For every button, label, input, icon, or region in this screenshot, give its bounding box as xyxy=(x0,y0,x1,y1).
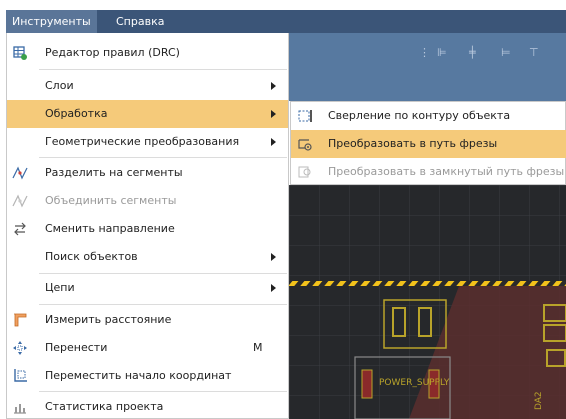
shortcut-label: M xyxy=(253,341,263,354)
menu-item-project-statistics[interactable]: Статистика проекта xyxy=(7,393,288,419)
measure-distance-icon xyxy=(12,312,28,328)
menu-item-split-segments[interactable]: Разделить на сегменты xyxy=(7,159,288,187)
menu-tools[interactable]: Инструменты xyxy=(6,10,97,33)
menu-item-processing[interactable]: Обработка xyxy=(7,100,288,128)
designator-label: DA2 xyxy=(534,391,544,410)
split-segments-icon xyxy=(12,165,28,181)
menu-item-geometric-transforms[interactable]: Геометрические преобразования xyxy=(7,128,288,156)
menu-item-move[interactable]: Перенести M xyxy=(7,334,288,362)
menu-bar: Инструменты Справка xyxy=(0,0,566,34)
align-top-icon[interactable]: ⊤ xyxy=(529,46,539,59)
submenu-item-milling-path[interactable]: Преобразовать в путь фрезы xyxy=(291,130,566,158)
menu-item-nets[interactable]: Цепи xyxy=(7,274,288,302)
submenu-item-contour-drilling[interactable]: Сверление по контуру объекта xyxy=(291,102,566,130)
toolbar-grip-icon: ⋮ xyxy=(419,46,430,59)
tools-dropdown-menu: Редактор правил (DRC) Слои Обработка Гео… xyxy=(6,33,289,419)
menu-item-move-origin[interactable]: Переместить начало координат xyxy=(7,362,288,390)
align-left-icon[interactable]: ⊫ xyxy=(437,46,447,59)
separator xyxy=(39,157,287,158)
chevron-right-icon xyxy=(271,253,276,261)
menu-item-find-objects[interactable]: Поиск объектов xyxy=(7,243,288,271)
chevron-right-icon xyxy=(271,284,276,292)
chevron-right-icon xyxy=(271,138,276,146)
milling-path-icon xyxy=(297,136,313,152)
separator xyxy=(39,69,287,70)
separator xyxy=(39,391,287,392)
menu-item-merge-segments[interactable]: Объединить сегменты xyxy=(7,187,288,215)
closed-milling-path-icon xyxy=(297,164,313,180)
menu-item-reverse-direction[interactable]: Сменить направление xyxy=(7,215,288,243)
board-edge-stripe xyxy=(289,281,566,286)
toolbar: ⋮ ⊫ ╪ ⊨ ⊤ xyxy=(289,33,566,93)
contour-drilling-icon xyxy=(297,108,313,124)
processing-submenu: Сверление по контуру объекта Преобразова… xyxy=(290,101,566,185)
toolbar-extension xyxy=(289,93,566,101)
chevron-right-icon xyxy=(271,110,276,118)
menu-help[interactable]: Справка xyxy=(110,10,170,33)
move-origin-icon xyxy=(12,368,28,384)
merge-segments-icon xyxy=(12,193,28,209)
align-center-icon[interactable]: ╪ xyxy=(469,46,476,59)
submenu-item-closed-milling-path[interactable]: Преобразовать в замкнутый путь фрезы xyxy=(291,158,566,186)
align-right-icon[interactable]: ⊨ xyxy=(501,46,511,59)
pcb-drawing: POWER_SUPPLY DA2 xyxy=(289,185,566,419)
menu-item-layers[interactable]: Слои xyxy=(7,72,288,100)
move-icon xyxy=(12,340,28,356)
statistics-icon xyxy=(12,399,28,415)
drc-rules-icon xyxy=(12,45,28,61)
pcb-canvas[interactable]: POWER_SUPPLY DA2 xyxy=(289,185,566,419)
component-label: POWER_SUPPLY xyxy=(379,378,450,388)
reverse-direction-icon xyxy=(12,221,28,237)
chevron-right-icon xyxy=(271,82,276,90)
separator xyxy=(39,304,287,305)
component-pad[interactable] xyxy=(361,369,373,399)
menu-item-measure-distance[interactable]: Измерить расстояние xyxy=(7,306,288,334)
menu-item-drc-editor[interactable]: Редактор правил (DRC) xyxy=(7,39,288,67)
